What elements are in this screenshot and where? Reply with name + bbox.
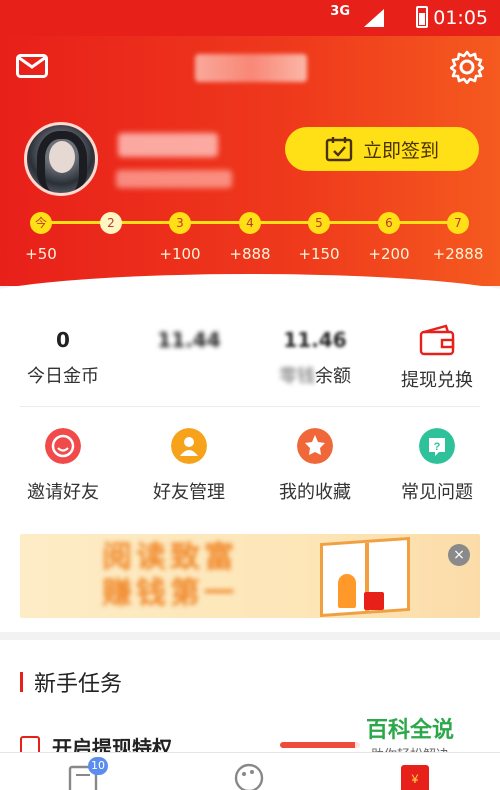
avatar[interactable] <box>24 122 98 196</box>
checkin-day-4: 4 <box>239 212 261 234</box>
page-title <box>195 54 307 82</box>
checkin-reward-4: +888 <box>229 245 271 263</box>
checkin-reward-3: +100 <box>159 245 201 263</box>
profile-header: 立即签到 今 +50 2 3 +100 4 +888 5 +150 6 +200 7 +2888 <box>0 36 500 304</box>
promo-banner[interactable]: 阅读致富 赚钱第一 × <box>20 534 480 618</box>
checkin-day-3: 3 <box>169 212 191 234</box>
nav-profile[interactable]: ¥ <box>398 761 432 790</box>
checkin-button[interactable]: 立即签到 <box>285 127 479 171</box>
svg-text:?: ? <box>434 441 441 453</box>
gear-icon[interactable] <box>450 50 484 84</box>
smile-icon <box>45 428 81 464</box>
question-icon: ? <box>419 428 455 464</box>
mail-icon[interactable] <box>16 54 48 78</box>
calendar-check-icon <box>325 137 353 162</box>
friend-icon <box>171 428 207 464</box>
checkin-day-6: 6 <box>378 212 400 234</box>
user-phone <box>116 170 232 188</box>
nav-discover[interactable] <box>232 761 266 790</box>
signal-icon <box>364 9 384 27</box>
section-accent <box>20 672 23 692</box>
checkin-day-2: 2 <box>100 212 122 234</box>
user-name <box>118 133 218 157</box>
task-progress-bar <box>280 742 360 748</box>
friend-management[interactable]: 好友管理 <box>134 428 244 504</box>
bottom-nav: 10 ¥ <box>0 752 500 790</box>
status-bar: 3G 01:05 <box>0 0 500 36</box>
my-favorites[interactable]: 我的收藏 <box>260 428 370 504</box>
svg-text:¥: ¥ <box>411 772 419 786</box>
checkin-reward-6: +200 <box>368 245 410 263</box>
close-icon[interactable]: × <box>448 544 470 566</box>
divider <box>20 406 480 407</box>
nav-articles[interactable]: 10 <box>66 757 108 790</box>
unread-badge: 10 <box>88 757 108 775</box>
stat-earnings[interactable]: 11.44 <box>134 328 244 362</box>
network-indicator: 3G <box>330 4 350 19</box>
faq[interactable]: ? 常见问题 <box>382 428 492 504</box>
checkin-label: 立即签到 <box>362 139 439 162</box>
withdraw-exchange[interactable]: 提现兑换 <box>382 324 492 392</box>
invite-friends[interactable]: 邀请好友 <box>8 428 118 504</box>
checkin-reward-5: +150 <box>298 245 340 263</box>
banner-title: 阅读致富 赚钱第一 <box>102 540 238 611</box>
palette-icon <box>234 763 264 790</box>
checkin-reward-7: +2888 <box>432 245 484 263</box>
red-packet-illustration <box>364 592 384 610</box>
wallet-icon <box>419 324 455 356</box>
star-icon <box>297 428 333 464</box>
battery-icon <box>416 6 428 28</box>
checkin-reward-1: +50 <box>25 245 57 263</box>
reader-illustration <box>338 574 356 608</box>
clock: 01:05 <box>433 7 488 29</box>
account-panel: 0 今日金币 11.44 11.46 零钱余额 提现兑换 邀请好友 好友管理 我… <box>0 296 500 632</box>
checkin-day-5: 5 <box>308 212 330 234</box>
stat-balance[interactable]: 11.46 零钱余额 <box>260 328 370 388</box>
checkin-day-7: 7 <box>447 212 469 234</box>
stat-today-coins[interactable]: 0 今日金币 <box>8 328 118 388</box>
checkin-day-1: 今 <box>30 212 52 234</box>
red-packet-icon: ¥ <box>401 765 429 790</box>
section-title: 新手任务 <box>34 672 123 697</box>
